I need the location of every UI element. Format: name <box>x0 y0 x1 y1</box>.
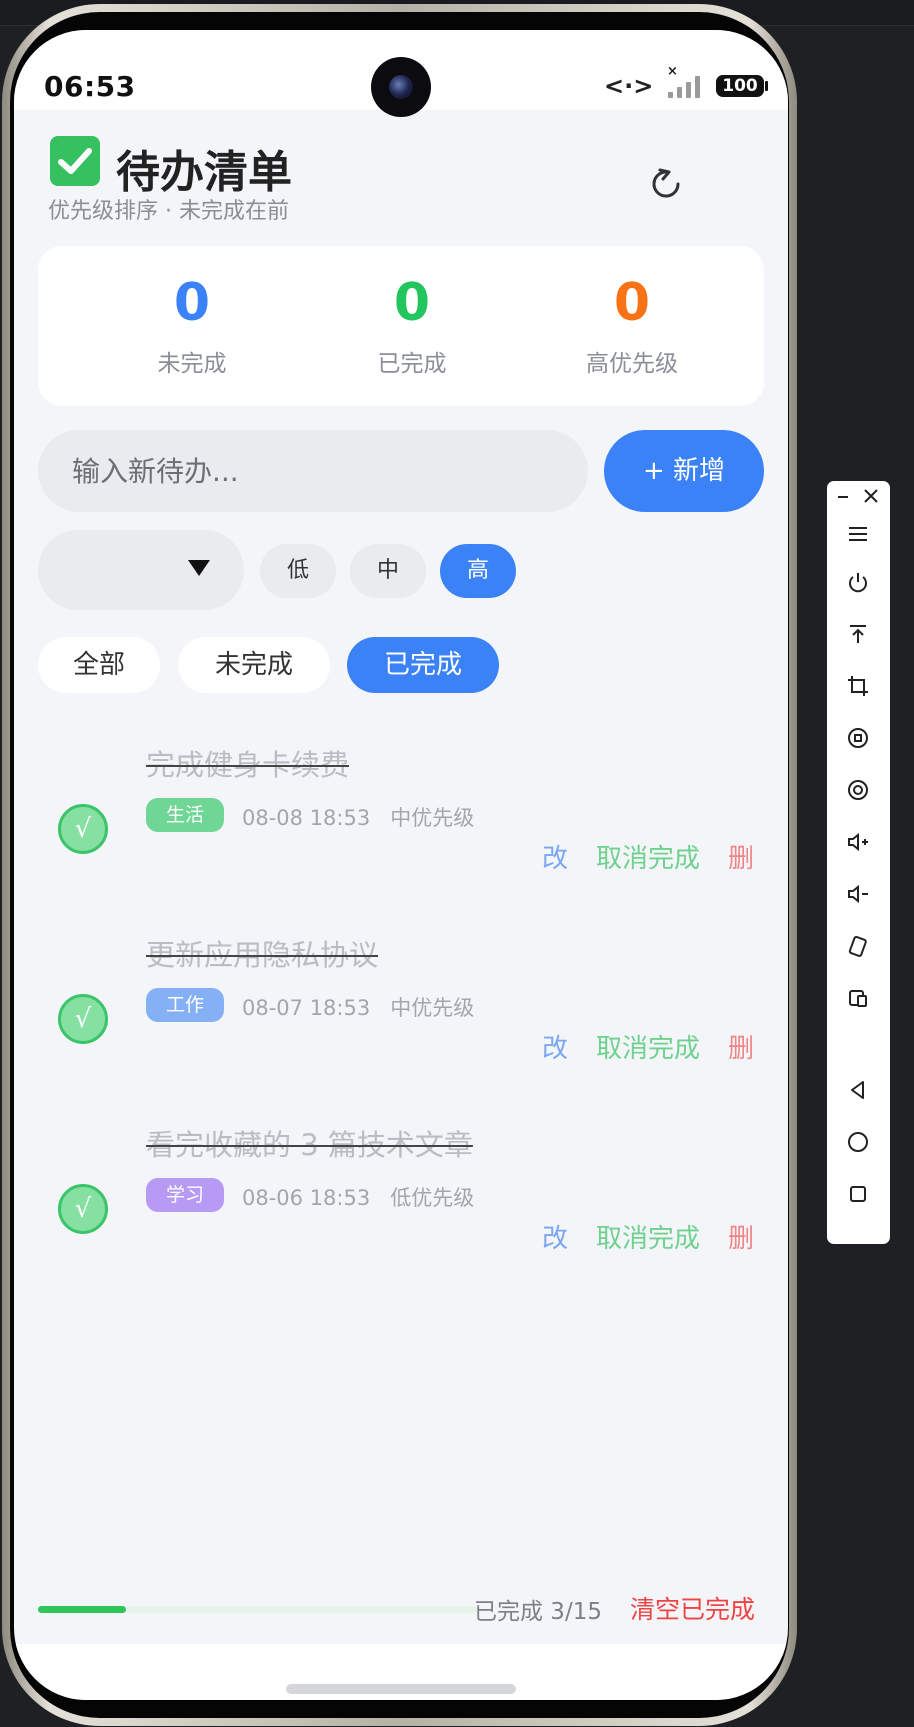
task-time: 08-07 18:53 <box>242 996 371 1020</box>
screen-record-icon[interactable] <box>843 723 873 753</box>
pin-top-icon[interactable] <box>843 619 873 649</box>
task-tag: 学习 <box>146 1178 224 1212</box>
progress-text: 已完成 3/15 <box>474 1599 602 1625</box>
home-icon[interactable] <box>843 1127 873 1157</box>
crop-icon[interactable] <box>843 671 873 701</box>
progress-bar <box>38 1606 478 1613</box>
menu-icon[interactable] <box>843 519 873 549</box>
task-priority: 中优先级 <box>390 996 475 1020</box>
network-icon: <·> <box>604 72 654 100</box>
stat-high-priority-label: 高优先级 <box>586 351 678 377</box>
clear-completed-button[interactable]: 清空已完成 <box>630 1590 755 1626</box>
task-meta: 08-08 18:53 中优先级 <box>242 802 474 832</box>
task-undo-button[interactable]: 取消完成 <box>596 1028 700 1065</box>
back-icon[interactable] <box>843 1075 873 1105</box>
stat-completed-label: 已完成 <box>377 351 447 377</box>
tab-completed[interactable]: 已完成 <box>347 637 499 693</box>
task-checkbox[interactable]: √ <box>58 804 108 854</box>
task-delete-button[interactable]: 删 <box>728 1218 754 1255</box>
stat-incomplete-value: 0 <box>173 273 211 333</box>
status-time: 06:53 <box>44 70 136 103</box>
battery-tip <box>765 81 768 91</box>
task-tag: 生活 <box>146 798 224 832</box>
signal-icon <box>668 74 710 98</box>
add-task-button[interactable]: + 新增 <box>604 430 764 512</box>
refresh-button[interactable] <box>636 154 696 214</box>
check-square-icon <box>50 136 100 186</box>
stat-incomplete-label: 未完成 <box>157 351 227 377</box>
task-item: √ 更新应用隐私协议 工作 08-07 18:53 中优先级 改 取消完成 删 <box>38 932 764 1082</box>
task-delete-button[interactable]: 删 <box>728 838 754 875</box>
task-edit-button[interactable]: 改 <box>542 1028 568 1065</box>
task-item: √ 看完收藏的 3 篇技术文章 学习 08-06 18:53 低优先级 改 取消… <box>38 1122 764 1272</box>
front-camera <box>371 57 431 117</box>
refresh-icon <box>652 168 680 198</box>
task-title: 更新应用隐私协议 <box>146 938 379 972</box>
category-select[interactable] <box>38 530 244 610</box>
new-task-input[interactable] <box>38 430 588 512</box>
power-icon[interactable] <box>843 567 873 597</box>
volume-down-icon[interactable] <box>843 879 873 909</box>
task-tag: 工作 <box>146 988 224 1022</box>
chevron-down-icon <box>188 560 210 576</box>
screenshot-icon[interactable] <box>843 775 873 805</box>
stat-completed-value: 0 <box>393 273 431 333</box>
emulator-toolbar <box>827 481 890 1244</box>
task-priority: 中优先级 <box>390 806 475 830</box>
stat-high-priority: 0 高优先级 <box>532 268 732 378</box>
task-delete-button[interactable]: 删 <box>728 1028 754 1065</box>
task-title: 完成健身卡续费 <box>146 748 350 782</box>
status-icons: <·> × 100 <box>604 64 774 102</box>
tab-incomplete[interactable]: 未完成 <box>178 637 330 693</box>
home-indicator[interactable] <box>286 1684 516 1694</box>
task-edit-button[interactable]: 改 <box>542 1218 568 1255</box>
camera-lens <box>389 75 413 99</box>
task-checkbox[interactable]: √ <box>58 994 108 1044</box>
tab-all[interactable]: 全部 <box>38 637 160 693</box>
minimize-icon[interactable] <box>829 481 859 511</box>
priority-medium-chip[interactable]: 中 <box>350 544 426 598</box>
stats-card: 0 未完成 0 已完成 0 高优先级 <box>38 246 764 406</box>
task-meta: 08-06 18:53 低优先级 <box>242 1182 474 1212</box>
task-meta: 08-07 18:53 中优先级 <box>242 992 474 1022</box>
stat-completed: 0 已完成 <box>312 268 512 378</box>
battery-icon: 100 <box>716 75 764 97</box>
progress-fill <box>38 1606 126 1613</box>
priority-low-chip[interactable]: 低 <box>260 544 336 598</box>
phone-screen: 06:53 <·> × 100 待办清单 优先级排序 · 未完成在前 0 未完成… <box>14 30 788 1700</box>
task-time: 08-08 18:53 <box>242 806 371 830</box>
device-icon[interactable] <box>843 983 873 1013</box>
stat-high-priority-value: 0 <box>613 273 651 333</box>
task-edit-button[interactable]: 改 <box>542 838 568 875</box>
task-time: 08-06 18:53 <box>242 1186 371 1210</box>
recents-icon[interactable] <box>843 1179 873 1209</box>
task-title: 看完收藏的 3 篇技术文章 <box>146 1128 473 1162</box>
priority-high-chip[interactable]: 高 <box>440 544 516 598</box>
page-subtitle: 优先级排序 · 未完成在前 <box>48 199 289 224</box>
stat-incomplete: 0 未完成 <box>92 268 292 378</box>
close-icon[interactable] <box>856 481 886 511</box>
task-checkbox[interactable]: √ <box>58 1184 108 1234</box>
rotate-icon[interactable] <box>843 931 873 961</box>
task-item: √ 完成健身卡续费 生活 08-08 18:53 中优先级 改 取消完成 删 <box>38 742 764 892</box>
task-undo-button[interactable]: 取消完成 <box>596 1218 700 1255</box>
volume-up-icon[interactable] <box>843 827 873 857</box>
task-priority: 低优先级 <box>390 1186 475 1210</box>
page-title: 待办清单 <box>116 147 292 198</box>
task-undo-button[interactable]: 取消完成 <box>596 838 700 875</box>
